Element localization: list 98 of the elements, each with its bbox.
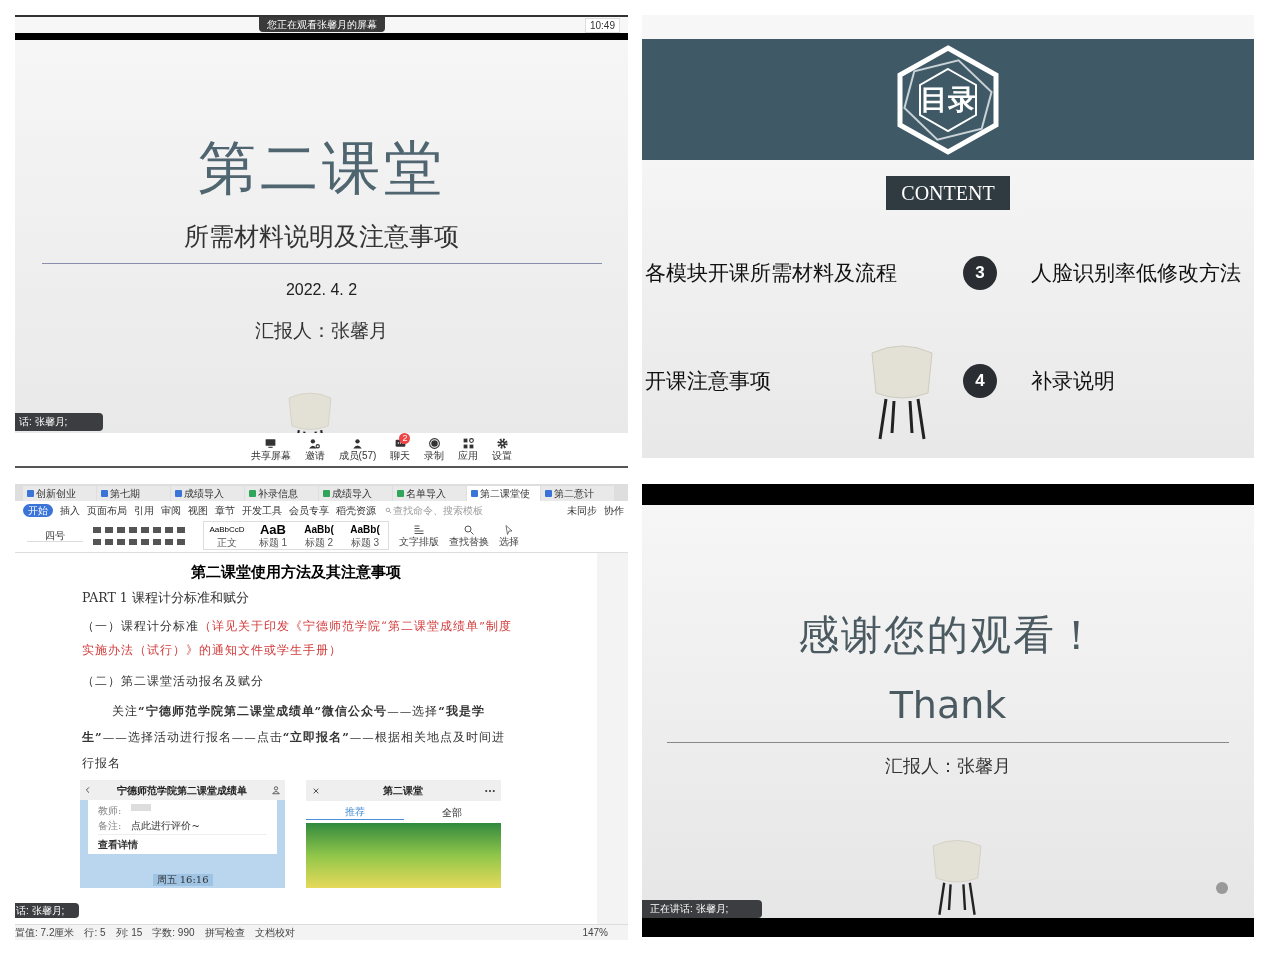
settings-icon (495, 437, 509, 450)
timestamp: 周五 16:16 (152, 874, 213, 887)
style-preset[interactable]: AaBb( 标题 2 (296, 522, 342, 549)
toolbar-button[interactable]: 邀请 (304, 437, 325, 462)
document-icon (175, 490, 182, 497)
person-icon (271, 785, 281, 796)
toolbar-button[interactable]: 应用 (458, 437, 479, 462)
slide-title: 第二课堂 (197, 135, 446, 201)
sync-status: 未同步 (567, 503, 597, 518)
document-tab[interactable]: 名单导入 (393, 486, 466, 501)
cursor-icon (503, 523, 515, 536)
command-search-field[interactable]: 查找命令、搜索模板 (385, 502, 489, 518)
app-tab[interactable]: 推荐 (306, 804, 404, 821)
ribbon-button[interactable]: 选择 (499, 523, 519, 548)
document-paragraph: 关注“宁德师范学院第二课堂成绩单”微信公众号——选择“我是学生”——选择活动进行报名——点击“立即报名”——根据相关地点及时间进行报名 (82, 703, 506, 773)
apps-icon (461, 437, 475, 450)
document-tab[interactable]: 创新创业 (23, 486, 96, 501)
add-person-icon (308, 437, 322, 450)
menu-tab[interactable]: 插入 (60, 503, 80, 517)
contents-item: 补录说明 (1031, 368, 1115, 395)
document-icon (27, 490, 34, 497)
spreadsheet-icon (323, 490, 330, 497)
details-link[interactable]: 查看详情 (98, 834, 267, 855)
search-icon (463, 523, 475, 536)
speaker-tag: 话: 张馨月; (15, 903, 79, 918)
toolbar-button[interactable]: 设置 (492, 437, 513, 462)
menu-tab[interactable]: 会员专享 (289, 503, 329, 517)
document-heading: 第二课堂使用方法及其注意事项 (189, 562, 402, 583)
status-text: 置值: 7.2厘米 (15, 926, 75, 940)
slide-subtitle: Thank (889, 682, 1007, 728)
document-icon (101, 490, 108, 497)
screen-share-notice: 您正在观看张馨月的屏幕 (258, 17, 385, 32)
spreadsheet-icon (397, 490, 404, 497)
blurred-text (131, 804, 152, 812)
style-preset[interactable]: AaBbCcD 正文 (204, 522, 250, 549)
menu-tab[interactable]: 引用 (134, 503, 154, 517)
toolbar-button[interactable]: 录制 (424, 437, 445, 462)
document-icon (471, 490, 478, 497)
spreadsheet-icon (249, 490, 256, 497)
document-paragraph: （一）课程计分标准（详见关于印发《宁德师范学院“第二课堂成绩单”制度实施办法（试行）》的通知文件或学生手册） (82, 618, 513, 660)
slide-reporter: 汇报人：张馨月 (885, 755, 1011, 778)
font-size-field[interactable]: 四号 (27, 529, 83, 542)
zoom-level: 147% (582, 926, 608, 940)
menu-tab[interactable]: 稻壳资源 (336, 503, 376, 517)
status-text: 列: 15 (115, 926, 143, 940)
close-icon (312, 786, 320, 795)
document-tab[interactable]: 成绩导入 (319, 486, 392, 501)
search-icon (385, 506, 392, 514)
ribbon-button[interactable]: 查找替换 (449, 523, 489, 548)
proofread-button[interactable]: 文档校对 (254, 925, 295, 940)
document-icon (545, 490, 552, 497)
menu-tab[interactable]: 审阅 (161, 503, 181, 517)
app-tab[interactable]: 全部 (403, 804, 501, 820)
contents-item: 开课注意事项 (645, 368, 771, 395)
slide-subtitle: 所需材料说明及注意事项 (184, 221, 459, 253)
status-text: 字数: 990 (152, 926, 195, 940)
section-heading: PART 1 课程计分标准和赋分 (82, 588, 250, 607)
menu-tab[interactable]: 开发工具 (242, 503, 282, 517)
style-preset[interactable]: AaB 标题 1 (250, 522, 296, 549)
speaker-tag: 正在讲话: 张馨月; (642, 900, 762, 918)
menu-tab[interactable]: 页面布局 (87, 503, 127, 517)
collaborate-button[interactable]: 协作 (604, 502, 624, 518)
screen-title: 宁德师范学院第二课堂成绩单 (115, 783, 248, 798)
note-text: 点此进行评价~ (131, 819, 200, 833)
document-tab[interactable]: 第二意计 (541, 486, 614, 501)
document-tab[interactable]: 补录信息 (245, 486, 318, 501)
contents-item: 各模块开课所需材料及流程 (645, 260, 897, 287)
monitor-icon (264, 437, 278, 450)
notification-badge: 2 (399, 433, 411, 444)
clock-time: 10:49 (584, 18, 620, 33)
toolbar-button[interactable]: 成员(57) (338, 437, 377, 462)
content-label: CONTENT (886, 176, 1010, 210)
menu-tab[interactable]: 视图 (188, 503, 208, 517)
document-tab[interactable]: 成绩导入 (171, 486, 244, 501)
toolbar-button[interactable]: 共享屏幕 (250, 437, 291, 462)
field-label: 备注: (98, 819, 122, 833)
text-layout-icon (413, 523, 425, 536)
ribbon-button[interactable]: 文字排版 (399, 523, 439, 548)
slide-reporter: 汇报人：张馨月 (255, 318, 388, 343)
speaker-tag: 话: 张馨月; (15, 413, 103, 431)
menu-tab[interactable]: 开始 (23, 503, 53, 517)
more-icon (485, 788, 495, 793)
style-preset[interactable]: AaBb( 标题 3 (342, 522, 388, 549)
field-label: 教师: (98, 804, 122, 818)
document-tab[interactable]: 第二课堂使 (467, 486, 540, 501)
slide-date: 2022. 4. 2 (285, 280, 358, 300)
person-icon (351, 437, 364, 450)
slide-title: 感谢您的观看！ (797, 610, 1099, 660)
spell-check-button[interactable]: 拼写检查 (204, 925, 245, 940)
document-tab[interactable]: 第七期 (97, 486, 170, 501)
screen-title: 第二课堂 (381, 784, 424, 799)
contents-item: 人脸识别率低修改方法 (1031, 260, 1241, 287)
menu-tab[interactable]: 章节 (215, 503, 235, 517)
record-icon (427, 437, 441, 450)
slide-heading: 目录 (920, 82, 976, 117)
document-paragraph: （二）第二课堂活动报名及赋分 (82, 673, 265, 691)
status-text: 行: 5 (84, 926, 106, 940)
back-icon (84, 786, 92, 795)
